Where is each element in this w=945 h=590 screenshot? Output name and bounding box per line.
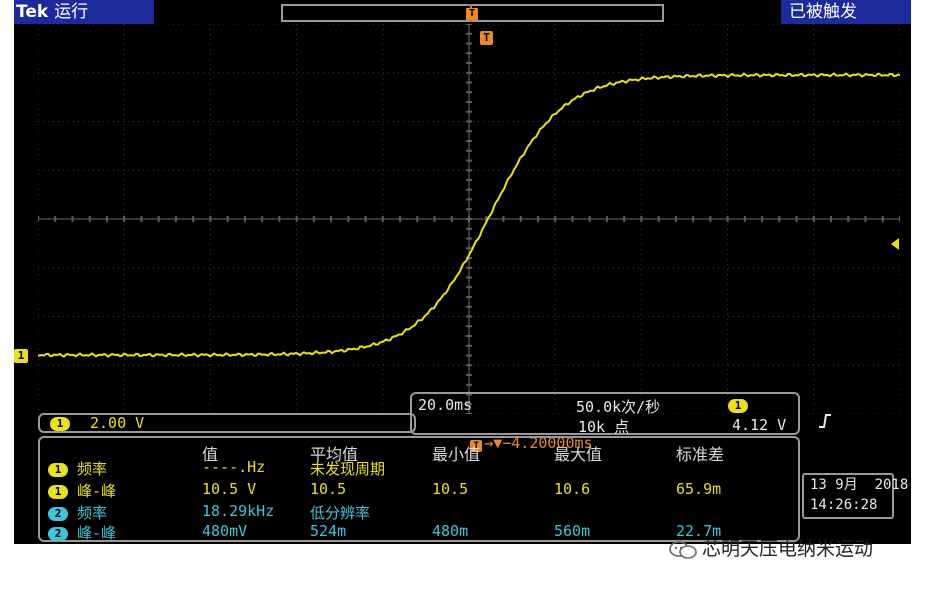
- ch1-volts-per-div: 2.00 V: [90, 414, 145, 432]
- meas-row-0-badge: 1: [48, 462, 68, 477]
- meas-row-3-name: 峰-峰: [77, 524, 117, 542]
- header-min: 最小值: [432, 445, 481, 464]
- watermark-text: 芯明天压电纳米运动: [702, 538, 874, 560]
- meas-row-0-value: ----.Hz: [202, 458, 266, 476]
- meas-row-3-mean: 524m: [310, 522, 347, 540]
- meas-row-0-name: 频率: [77, 460, 108, 478]
- trigger-level: 4.12 V: [732, 416, 787, 434]
- sample-rate: 50.0k次/秒: [576, 398, 661, 416]
- meas-row-3-badge: 2: [48, 526, 68, 541]
- header-max: 最大值: [554, 445, 603, 464]
- meas-row-2-mean: 低分辨率: [310, 504, 371, 522]
- meas-row-1-min: 10.5: [432, 480, 469, 498]
- brand-logo: Tek: [16, 2, 49, 22]
- header-std: 标准差: [676, 445, 725, 464]
- meas-row-3-min: 480m: [432, 522, 469, 540]
- meas-row-2-badge: 2: [48, 506, 68, 521]
- meas-row-1-name: 峰-峰: [77, 482, 117, 500]
- ch1-badge: 1: [50, 416, 70, 431]
- brand-run-indicator: Tek 运行: [14, 0, 154, 24]
- time-per-div: 20.0ms: [418, 396, 473, 414]
- trigger-status: 已被触发: [781, 0, 911, 24]
- watermark: 芯明天压电纳米运动: [668, 536, 873, 562]
- meas-row-1-badge: 1: [48, 484, 68, 499]
- meas-row-3-value: 480mV: [202, 522, 248, 540]
- meas-row-2-name: 频率: [77, 504, 108, 522]
- meas-row-1-max: 10.6: [554, 480, 591, 498]
- ch1-scale-readout[interactable]: 1 2.00 V: [38, 413, 416, 433]
- graticule: [38, 24, 900, 414]
- meas-row-1-mean: 10.5: [310, 480, 347, 498]
- meas-row-2-value: 18.29kHz: [202, 502, 275, 520]
- acquisition-readout[interactable]: 20.0ms 50.0k次/秒 1 T →▼−4.20000ms 10k 点 4.…: [410, 392, 832, 452]
- meas-row-3-max: 560m: [554, 522, 591, 540]
- run-state: 运行: [54, 2, 89, 22]
- date-time-display[interactable]: 13 9月 2018 14:26:28: [802, 473, 908, 519]
- trigger-level-marker-icon[interactable]: [891, 238, 899, 250]
- ch1-ground-marker[interactable]: 1: [14, 349, 28, 363]
- oscilloscope-screen: Tek 运行 T 已被触发 T 1 1 2.00 V 20.0ms 50.0k次/秒…: [14, 0, 911, 544]
- meas-row-0-mean: 未发现周期: [310, 460, 386, 478]
- record-length: 10k 点: [578, 418, 630, 436]
- top-status-bar: Tek 运行 T 已被触发: [14, 0, 911, 24]
- trigger-position-icon: T: [466, 8, 478, 20]
- measurement-panel[interactable]: 值 平均值 最小值 最大值 标准差 1 频率 ----.Hz 未发现周期 1 峰…: [38, 436, 800, 542]
- date: 13 9月 2018: [810, 477, 909, 493]
- meas-row-1-std: 65.9m: [676, 480, 722, 498]
- meas-row-1-value: 10.5 V: [202, 480, 257, 498]
- wechat-icon: [669, 540, 697, 559]
- trigger-source-badge: 1: [728, 398, 748, 413]
- time: 14:26:28: [810, 497, 878, 513]
